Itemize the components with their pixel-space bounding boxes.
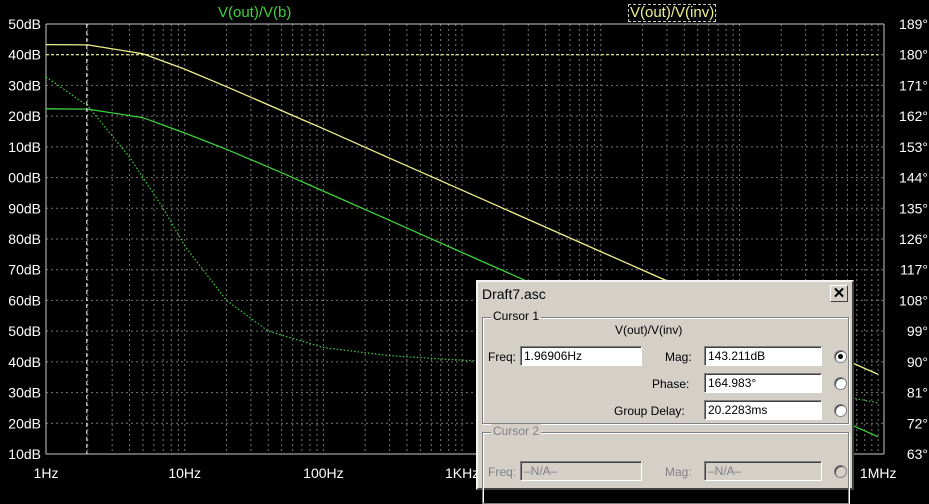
left-axis-tick-label: 10dB (8, 139, 41, 155)
cursor1-freq-label: Freq: (488, 350, 517, 364)
right-axis-tick-label: 99° (907, 323, 928, 339)
left-axis-tick-label: 50dB (8, 323, 41, 339)
cursor1-mag-label: Mag: (665, 350, 692, 364)
x-axis-tick-label: 10Hz (168, 465, 201, 481)
right-axis-tick-label: 144° (899, 170, 928, 186)
close-button[interactable]: ✕ (830, 285, 848, 302)
right-axis-tick-label: 189° (899, 16, 928, 32)
trace-title-vout-vb[interactable]: V(out)/V(b) (218, 4, 291, 22)
right-axis-tick-label: 180° (899, 47, 928, 63)
cursor1-legend: Cursor 1 (491, 309, 542, 323)
left-axis-tick-label: 70dB (8, 262, 41, 278)
left-axis-tick-label: 40dB (8, 354, 41, 370)
left-axis-tick-label: 00dB (8, 170, 41, 186)
right-axis-tick-label: 117° (900, 262, 928, 278)
left-axis-tick-label: 90dB (8, 200, 41, 216)
left-axis-tick-label: 50dB (8, 16, 41, 32)
cursor1-phase-radio[interactable] (834, 377, 847, 390)
close-icon: ✕ (832, 285, 846, 302)
cursor2-freq-field: –N/A– (520, 461, 642, 481)
left-axis-tick-label: 40dB (8, 47, 41, 63)
cursor2-legend: Cursor 2 (491, 424, 542, 438)
right-axis-tick-label: 135° (899, 200, 928, 216)
left-axis-tick-label: 60dB (8, 292, 41, 308)
cursor2-freq-label: Freq: (488, 465, 517, 479)
right-axis-tick-label: 153° (899, 139, 928, 155)
cursor1-group-delay-label: Group Delay: (614, 404, 685, 418)
cursor2-mag-label: Mag: (665, 465, 692, 479)
right-axis-tick-label: 108° (899, 292, 928, 308)
cursor2-mag-radio (834, 465, 847, 478)
right-axis-tick-label: 72° (907, 415, 928, 431)
dialog-titlebar[interactable]: Draft7.asc ✕ (478, 282, 852, 307)
trace-title-vout-vinv[interactable]: V(out)/V(inv) (628, 4, 717, 22)
cursor1-group-delay-field[interactable]: 20.2283ms (704, 400, 822, 420)
cursor1-mag-radio[interactable] (834, 350, 847, 363)
x-axis-tick-label: 1KHz (445, 465, 479, 481)
left-axis-tick-label: 30dB (8, 385, 41, 401)
cursor1-group-delay-radio[interactable] (834, 404, 847, 417)
right-axis-tick-label: 126° (899, 231, 928, 247)
dialog-title: Draft7.asc (482, 286, 546, 302)
left-axis-tick-label: 20dB (8, 108, 41, 124)
right-axis-tick-label: 63° (907, 446, 928, 462)
cursor1-group: Cursor 1 V(out)/V(inv) Freq: 1.96906Hz M… (482, 309, 849, 424)
cursor1-phase-field[interactable]: 164.983° (704, 373, 822, 393)
x-axis-tick-label: 1Hz (34, 465, 59, 481)
right-axis-tick-label: 90° (907, 354, 928, 370)
cursor1-phase-label: Phase: (652, 377, 690, 391)
cursor1-freq-field[interactable]: 1.96906Hz (520, 346, 642, 366)
left-axis-tick-label: 30dB (8, 77, 41, 93)
cursor-dialog: Draft7.asc ✕ Cursor 1 V(out)/V(inv) Freq… (476, 280, 854, 504)
cursor2-mag-field: –N/A– (704, 461, 822, 481)
right-axis-tick-label: 162° (899, 108, 928, 124)
right-axis-tick-label: 171° (899, 77, 928, 93)
left-axis-tick-label: 20dB (8, 415, 41, 431)
left-axis-tick-label: 80dB (8, 231, 41, 247)
left-axis-tick-label: 10dB (8, 446, 41, 462)
cursor2-group: Cursor 2 Freq: –N/A– Mag: –N/A– (482, 424, 849, 504)
cursor1-mag-field[interactable]: 143.211dB (704, 346, 822, 366)
x-axis-tick-label: 100Hz (303, 465, 343, 481)
x-axis-tick-label: 1MHz (860, 465, 897, 481)
cursor1-trace-name: V(out)/V(inv) (615, 323, 683, 337)
right-axis-tick-label: 81° (907, 385, 928, 401)
